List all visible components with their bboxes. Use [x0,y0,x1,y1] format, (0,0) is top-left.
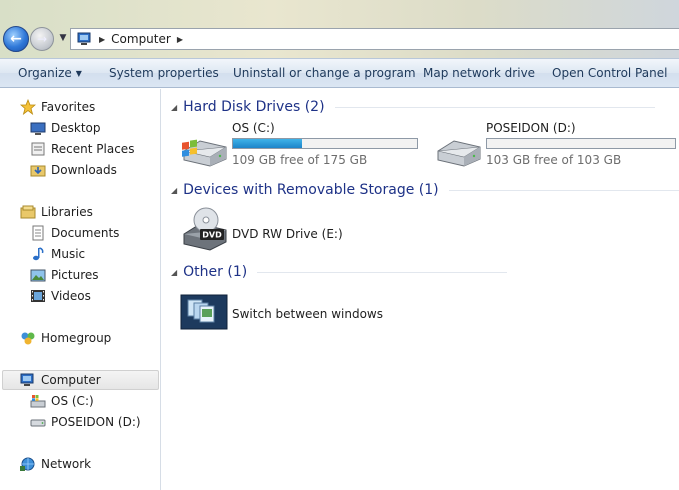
drive-icon [437,140,481,167]
nav-libraries[interactable]: Libraries [20,202,93,222]
address-bar[interactable]: ▶ Computer ▶ [70,28,679,50]
drive-tile-dvd-e[interactable]: DVD DVD RW Drive (E:) [180,204,380,254]
back-button[interactable]: ← [3,26,29,52]
drive-tile-os-c[interactable]: OS (C:) 109 GB free of 175 GB [180,121,430,171]
nav-network[interactable]: Network [20,454,91,474]
drive-free-space: 109 GB free of 175 GB [232,153,368,167]
nav-downloads-label: Downloads [51,163,117,177]
history-dropdown-button[interactable]: ▼ [57,30,69,46]
drive-icon [30,419,46,427]
nav-network-label: Network [41,457,92,471]
group-title: Other (1) [183,264,248,280]
nav-os-c-label: OS (C:) [51,394,94,408]
collapse-arrow-icon: ◢ [171,185,178,195]
nav-favorites-label: Favorites [41,100,96,114]
music-icon [33,247,44,261]
drive-usage-bar [486,138,676,149]
uninstall-program-button[interactable]: Uninstall or change a program [233,66,416,80]
pictures-icon [30,269,46,282]
group-divider [448,189,679,191]
homegroup-icon [21,332,35,345]
drive-name: OS (C:) [232,121,275,135]
drive-name: DVD RW Drive (E:) [232,227,343,241]
nav-music[interactable]: Music [30,244,85,264]
switch-between-windows-item[interactable]: Switch between windows [180,294,400,334]
libraries-icon [20,205,36,219]
content-pane: ◢ Hard Disk Drives (2) OS (C:) 109 GB fr… [162,89,679,490]
downloads-folder-icon [30,165,46,177]
drive-name: POSEIDON (D:) [486,121,576,135]
group-divider [257,271,508,273]
command-bar: Organize ▼ System properties Uninstall or… [0,58,679,88]
organize-label: Organize [18,66,72,80]
computer-icon [20,373,34,386]
group-header-hard-disk-drives[interactable]: ◢ Hard Disk Drives (2) [171,97,655,117]
nav-poseidon-d[interactable]: POSEIDON (D:) [30,412,141,432]
nav-favorites[interactable]: Favorites [20,97,95,117]
nav-recent-places[interactable]: Recent Places [30,139,134,159]
navigation-pane: Favorites Desktop Recent Places Download… [0,89,161,490]
group-divider [334,106,655,108]
network-icon [20,457,35,471]
nav-documents-label: Documents [51,226,120,240]
chevron-down-icon: ▼ [59,33,67,43]
group-title: Hard Disk Drives (2) [183,99,325,115]
group-header-other[interactable]: ◢ Other (1) [171,262,508,282]
dvd-drive-icon: DVD [183,207,227,251]
group-title: Devices with Removable Storage (1) [183,182,439,198]
arrow-right-icon: → [36,32,48,46]
nav-videos[interactable]: Videos [30,286,91,306]
nav-pictures-label: Pictures [51,268,99,282]
nav-homegroup[interactable]: Homegroup [20,328,111,348]
nav-recent-places-label: Recent Places [51,142,135,156]
nav-documents[interactable]: Documents [30,223,119,243]
drive-tile-poseidon-d[interactable]: POSEIDON (D:) 103 GB free of 103 GB [434,121,679,171]
windows-drive-icon [30,395,46,408]
organize-button[interactable]: Organize ▼ [18,66,82,80]
nav-computer[interactable]: Computer [20,370,101,390]
nav-videos-label: Videos [51,289,91,303]
switch-windows-icon [180,294,228,330]
group-header-removable-storage[interactable]: ◢ Devices with Removable Storage (1) [171,180,679,200]
nav-desktop-label: Desktop [51,121,101,135]
windows-drive-icon [182,139,227,167]
star-icon [20,99,36,115]
item-name: Switch between windows [232,307,383,321]
nav-poseidon-d-label: POSEIDON (D:) [51,415,141,429]
nav-pictures[interactable]: Pictures [30,265,99,285]
collapse-arrow-icon: ◢ [171,267,178,277]
nav-music-label: Music [51,247,86,261]
open-control-panel-button[interactable]: Open Control Panel [552,66,667,80]
chevron-down-icon: ▼ [75,69,82,78]
map-network-drive-button[interactable]: Map network drive [423,66,535,80]
arrow-left-icon: ← [10,31,22,47]
breadcrumb-separator-icon[interactable]: ▶ [177,35,183,44]
drive-free-space: 103 GB free of 103 GB [486,153,622,167]
system-properties-button[interactable]: System properties [109,66,219,80]
forward-button[interactable]: → [30,27,54,51]
nav-libraries-label: Libraries [41,205,93,219]
drive-usage-bar [232,138,418,149]
nav-desktop[interactable]: Desktop [30,118,101,138]
title-area: ← → ▼ ▶ Computer ▶ [0,0,679,58]
collapse-arrow-icon: ◢ [171,102,178,112]
nav-homegroup-label: Homegroup [41,331,112,345]
recent-places-icon [31,142,45,156]
drive-usage-fill [233,139,303,148]
nav-os-c[interactable]: OS (C:) [30,391,94,411]
documents-icon [32,225,44,241]
computer-icon [77,32,91,45]
breadcrumb-separator-icon[interactable]: ▶ [99,35,105,44]
desktop-icon [30,122,46,135]
nav-computer-label: Computer [41,373,101,387]
svg-text:DVD: DVD [202,231,222,240]
breadcrumb-computer[interactable]: Computer [111,32,171,46]
nav-downloads[interactable]: Downloads [30,160,117,180]
videos-icon [31,290,45,302]
